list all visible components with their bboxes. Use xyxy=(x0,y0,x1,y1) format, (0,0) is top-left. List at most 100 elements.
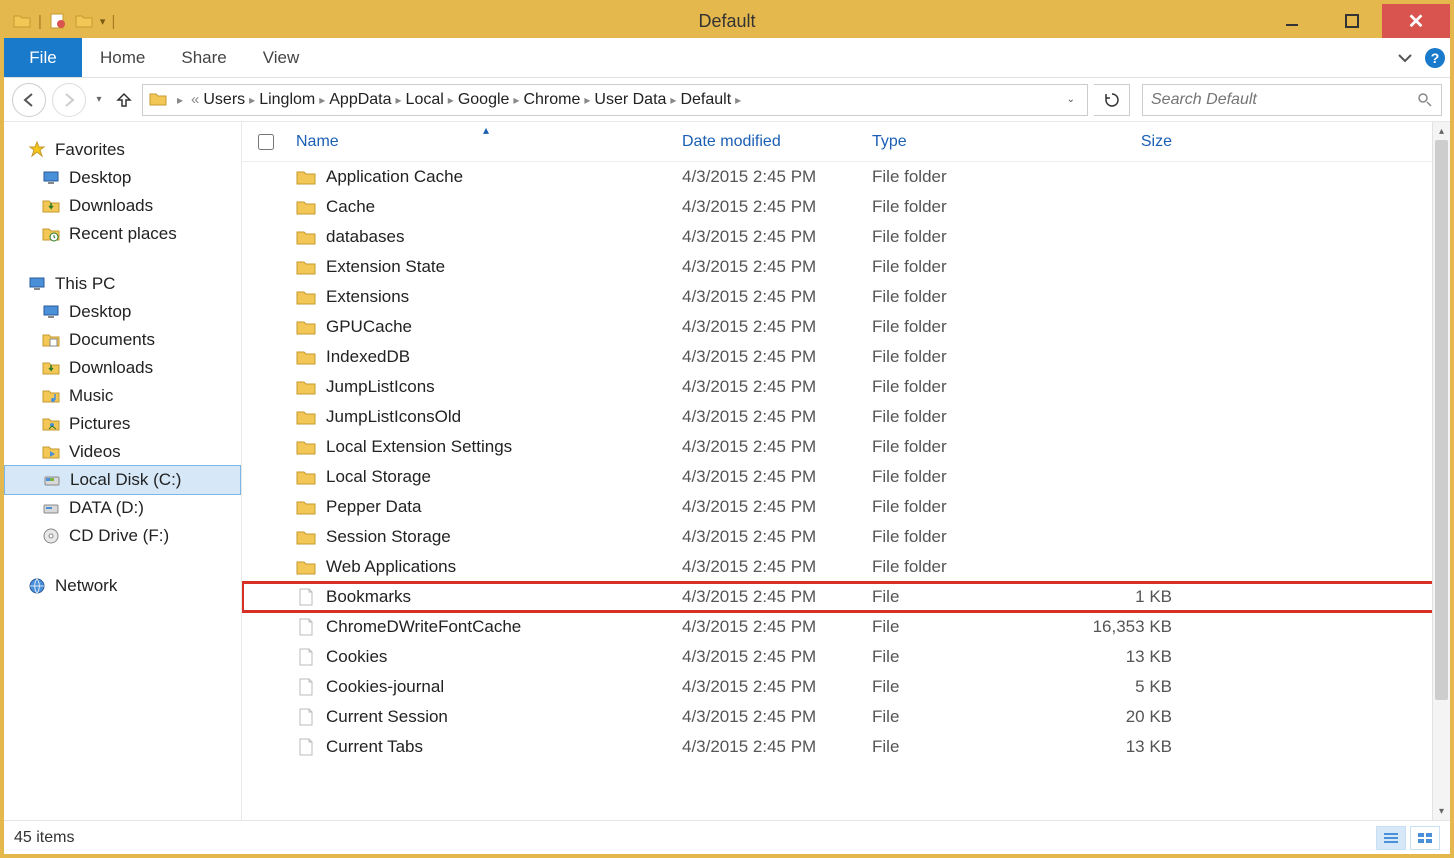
breadcrumb-segment[interactable]: Linglom xyxy=(259,91,315,108)
chevron-right-icon[interactable]: ▸ xyxy=(245,93,259,107)
address-dropdown-icon[interactable]: ⌄ xyxy=(1061,94,1081,105)
help-icon: ? xyxy=(1425,48,1445,68)
chevron-right-icon[interactable]: ▸ xyxy=(731,93,745,107)
search-input[interactable] xyxy=(1151,91,1417,109)
file-row[interactable]: IndexedDB4/3/2015 2:45 PMFile folder xyxy=(242,342,1450,372)
up-button[interactable] xyxy=(112,91,136,109)
column-header-date[interactable]: Date modified xyxy=(682,133,872,151)
address-bar[interactable]: ▸ « Users▸Linglom▸AppData▸Local▸Google▸C… xyxy=(142,84,1088,116)
close-button[interactable]: ✕ xyxy=(1382,4,1450,38)
sidebar-item[interactable]: Downloads xyxy=(4,192,241,220)
sidebar-item[interactable]: Music xyxy=(4,382,241,410)
file-name: JumpListIcons xyxy=(326,377,435,397)
file-size: 1 KB xyxy=(1058,587,1188,607)
sidebar-item[interactable]: Desktop xyxy=(4,298,241,326)
search-icon xyxy=(1417,92,1433,108)
file-row[interactable]: Session Storage4/3/2015 2:45 PMFile fold… xyxy=(242,522,1450,552)
title-bar[interactable]: | ▾ | Default ✕ xyxy=(4,4,1450,38)
sidebar-favorites[interactable]: Favorites xyxy=(4,136,241,164)
help-button[interactable]: ? xyxy=(1420,38,1450,77)
file-row[interactable]: Bookmarks4/3/2015 2:45 PMFile1 KB xyxy=(242,582,1450,612)
file-row[interactable]: GPUCache4/3/2015 2:45 PMFile folder xyxy=(242,312,1450,342)
file-type: File xyxy=(872,707,1058,727)
vertical-scrollbar[interactable]: ▴ ▾ xyxy=(1432,122,1450,820)
breadcrumb-segment[interactable]: User Data xyxy=(594,91,666,108)
sidebar-item[interactable]: Pictures xyxy=(4,410,241,438)
address-overflow[interactable]: « xyxy=(191,91,199,108)
select-all-checkbox[interactable] xyxy=(242,134,290,150)
item-count: 45 items xyxy=(14,829,74,847)
folder-icon xyxy=(296,227,316,247)
file-row[interactable]: Cache4/3/2015 2:45 PMFile folder xyxy=(242,192,1450,222)
breadcrumb-segment[interactable]: AppData xyxy=(329,91,391,108)
chevron-right-icon[interactable]: ▸ xyxy=(444,93,458,107)
file-row[interactable]: Extension State4/3/2015 2:45 PMFile fold… xyxy=(242,252,1450,282)
chevron-right-icon[interactable]: ▸ xyxy=(580,93,594,107)
breadcrumb-segment[interactable]: Chrome xyxy=(523,91,580,108)
file-row[interactable]: Local Storage4/3/2015 2:45 PMFile folder xyxy=(242,462,1450,492)
chevron-right-icon[interactable]: ▸ xyxy=(509,93,523,107)
file-row[interactable]: Pepper Data4/3/2015 2:45 PMFile folder xyxy=(242,492,1450,522)
scroll-down-icon[interactable]: ▾ xyxy=(1433,802,1450,820)
file-row[interactable]: Web Applications4/3/2015 2:45 PMFile fol… xyxy=(242,552,1450,582)
file-row[interactable]: JumpListIcons4/3/2015 2:45 PMFile folder xyxy=(242,372,1450,402)
breadcrumb-segment[interactable]: Default xyxy=(680,91,731,108)
file-row[interactable]: ChromeDWriteFontCache4/3/2015 2:45 PMFil… xyxy=(242,612,1450,642)
sidebar-item[interactable]: CD Drive (F:) xyxy=(4,522,241,550)
qat-dropdown-icon[interactable]: ▾ xyxy=(100,15,106,28)
thumbnails-view-button[interactable] xyxy=(1410,826,1440,850)
search-box[interactable] xyxy=(1142,84,1442,116)
file-row[interactable]: Current Session4/3/2015 2:45 PMFile20 KB xyxy=(242,702,1450,732)
sidebar-network[interactable]: Network xyxy=(4,572,241,600)
file-row[interactable]: Cookies4/3/2015 2:45 PMFile13 KB xyxy=(242,642,1450,672)
breadcrumb-segment[interactable]: Google xyxy=(458,91,510,108)
chevron-right-icon[interactable]: ▸ xyxy=(315,93,329,107)
new-folder-icon[interactable] xyxy=(74,11,94,31)
chevron-right-icon[interactable]: ▸ xyxy=(173,93,187,107)
file-date: 4/3/2015 2:45 PM xyxy=(682,407,872,427)
sidebar-item[interactable]: DATA (D:) xyxy=(4,494,241,522)
breadcrumb-segment[interactable]: Users xyxy=(203,91,245,108)
sidebar-item[interactable]: Desktop xyxy=(4,164,241,192)
file-row[interactable]: Local Extension Settings4/3/2015 2:45 PM… xyxy=(242,432,1450,462)
maximize-button[interactable] xyxy=(1322,4,1382,38)
breadcrumb-segment[interactable]: Local xyxy=(406,91,444,108)
chevron-right-icon[interactable]: ▸ xyxy=(392,93,406,107)
sidebar-item[interactable]: Downloads xyxy=(4,354,241,382)
file-row[interactable]: JumpListIconsOld4/3/2015 2:45 PMFile fol… xyxy=(242,402,1450,432)
minimize-button[interactable] xyxy=(1262,4,1322,38)
navigation-bar: ▾ ▸ « Users▸Linglom▸AppData▸Local▸Google… xyxy=(4,78,1450,122)
sidebar-item[interactable]: Local Disk (C:) xyxy=(4,465,241,495)
forward-button[interactable] xyxy=(52,83,86,117)
tab-share[interactable]: Share xyxy=(163,38,244,77)
file-type: File folder xyxy=(872,257,1058,277)
sidebar-item[interactable]: Videos xyxy=(4,438,241,466)
scrollbar-thumb[interactable] xyxy=(1435,140,1448,700)
file-row[interactable]: Extensions4/3/2015 2:45 PMFile folder xyxy=(242,282,1450,312)
file-list[interactable]: Application Cache4/3/2015 2:45 PMFile fo… xyxy=(242,162,1450,820)
file-row[interactable]: Current Tabs4/3/2015 2:45 PMFile13 KB xyxy=(242,732,1450,762)
sidebar-this-pc[interactable]: This PC xyxy=(4,270,241,298)
properties-icon[interactable] xyxy=(48,11,68,31)
sidebar-item[interactable]: Documents xyxy=(4,326,241,354)
sidebar-item[interactable]: Recent places xyxy=(4,220,241,248)
ribbon-expand-icon[interactable] xyxy=(1390,38,1420,77)
navigation-pane[interactable]: Favorites DesktopDownloadsRecent places … xyxy=(4,122,242,820)
file-icon xyxy=(296,737,316,757)
history-dropdown-icon[interactable]: ▾ xyxy=(92,94,106,105)
scroll-up-icon[interactable]: ▴ xyxy=(1433,122,1450,140)
sidebar-group-label: Network xyxy=(55,576,117,596)
chevron-right-icon[interactable]: ▸ xyxy=(666,93,680,107)
file-row[interactable]: databases4/3/2015 2:45 PMFile folder xyxy=(242,222,1450,252)
back-button[interactable] xyxy=(12,83,46,117)
column-header-name[interactable]: ▴Name xyxy=(290,133,682,151)
file-row[interactable]: Application Cache4/3/2015 2:45 PMFile fo… xyxy=(242,162,1450,192)
tab-home[interactable]: Home xyxy=(82,38,163,77)
file-row[interactable]: Cookies-journal4/3/2015 2:45 PMFile5 KB xyxy=(242,672,1450,702)
refresh-button[interactable] xyxy=(1094,84,1130,116)
column-header-size[interactable]: Size xyxy=(1058,133,1188,151)
tab-view[interactable]: View xyxy=(245,38,318,77)
column-header-type[interactable]: Type xyxy=(872,133,1058,151)
details-view-button[interactable] xyxy=(1376,826,1406,850)
file-tab[interactable]: File xyxy=(4,38,82,77)
